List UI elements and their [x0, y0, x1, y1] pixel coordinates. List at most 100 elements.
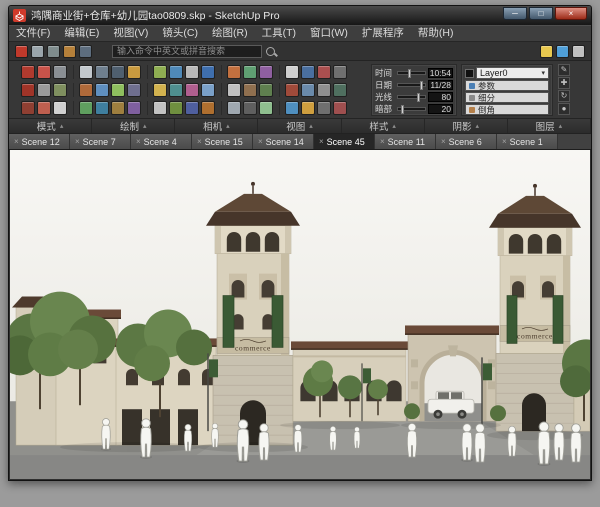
tool-icon[interactable] — [317, 101, 331, 115]
tool-icon[interactable] — [201, 65, 215, 79]
scene-tab[interactable]: ×Scene 7 — [70, 134, 131, 149]
tool-icon[interactable] — [259, 65, 273, 79]
tool-icon[interactable] — [285, 65, 299, 79]
menu-item[interactable]: 编辑(E) — [57, 26, 106, 41]
scene-tab[interactable]: ×Scene 6 — [436, 134, 497, 149]
tool-icon[interactable] — [15, 45, 28, 58]
search-icon[interactable] — [266, 47, 275, 56]
toolbar-group-tab[interactable]: 阴影▴ — [425, 119, 508, 133]
scene-tab[interactable]: ×Scene 45 — [314, 134, 375, 149]
tool-icon[interactable] — [333, 65, 347, 79]
toolbar-group-tab[interactable]: 图层▴ — [508, 119, 591, 133]
layer-color-swatch[interactable] — [465, 69, 474, 78]
close-scene-icon[interactable]: × — [319, 137, 324, 146]
tool-icon[interactable] — [185, 101, 199, 115]
viewport-canvas[interactable]: commerce — [10, 150, 590, 479]
tool-icon[interactable] — [243, 83, 257, 97]
layer-list-item[interactable]: 倒角 — [465, 104, 549, 115]
tool-icon[interactable] — [37, 65, 51, 79]
tool-icon[interactable] — [243, 101, 257, 115]
menu-item[interactable]: 工具(T) — [255, 26, 303, 41]
options-icon[interactable]: ● — [558, 103, 570, 115]
tool-icon[interactable] — [111, 101, 125, 115]
tool-icon[interactable] — [227, 83, 241, 97]
close-scene-icon[interactable]: × — [258, 137, 263, 146]
refresh-icon[interactable]: ↻ — [558, 90, 570, 102]
tool-icon[interactable] — [301, 65, 315, 79]
toolbar-group-tab[interactable]: 相机▴ — [175, 119, 258, 133]
tool-icon[interactable] — [333, 101, 347, 115]
tool-icon[interactable] — [169, 83, 183, 97]
toolbar-group-tab[interactable]: 模式▴ — [9, 119, 92, 133]
tool-icon[interactable] — [95, 83, 109, 97]
menu-item[interactable]: 帮助(H) — [411, 26, 461, 41]
tool-icon[interactable] — [95, 101, 109, 115]
maximize-button[interactable]: □ — [529, 7, 553, 20]
menu-item[interactable]: 文件(F) — [9, 26, 57, 41]
scene-tab[interactable]: ×Scene 1 — [497, 134, 558, 149]
tool-icon[interactable] — [153, 101, 167, 115]
title-bar[interactable]: 鸿隅商业街+仓库+幼儿园tao0809.skp - SketchUp Pro ─… — [9, 6, 591, 25]
menu-item[interactable]: 镜头(C) — [155, 26, 205, 41]
tool-icon[interactable] — [47, 45, 60, 58]
scene-tab[interactable]: ×Scene 14 — [253, 134, 314, 149]
close-scene-icon[interactable]: × — [75, 137, 80, 146]
tool-icon[interactable] — [317, 83, 331, 97]
slider-handle[interactable] — [420, 81, 423, 90]
tool-icon[interactable] — [79, 45, 92, 58]
command-search-input[interactable] — [112, 45, 262, 58]
scene-tab[interactable]: ×Scene 4 — [131, 134, 192, 149]
tool-icon[interactable] — [259, 101, 273, 115]
tool-icon[interactable] — [127, 101, 141, 115]
tool-icon[interactable] — [201, 83, 215, 97]
tool-icon[interactable] — [127, 65, 141, 79]
close-scene-icon[interactable]: × — [380, 137, 385, 146]
layer-list-item[interactable]: 细分 — [465, 92, 549, 103]
tool-icon[interactable] — [540, 45, 553, 58]
tool-icon[interactable] — [556, 45, 569, 58]
tool-icon[interactable] — [259, 83, 273, 97]
tool-icon[interactable] — [301, 83, 315, 97]
layer-dropdown[interactable]: Layer0 ▾ — [476, 67, 549, 79]
layer-list-item[interactable]: 参数 — [465, 80, 549, 91]
tool-icon[interactable] — [79, 101, 93, 115]
close-button[interactable]: × — [555, 7, 587, 20]
edit-icon[interactable]: ✎ — [558, 64, 570, 76]
tool-icon[interactable] — [285, 83, 299, 97]
tool-icon[interactable] — [169, 101, 183, 115]
close-scene-icon[interactable]: × — [14, 137, 19, 146]
scene-tab[interactable]: ×Scene 12 — [9, 134, 70, 149]
add-icon[interactable]: ✚ — [558, 77, 570, 89]
tool-icon[interactable] — [53, 65, 67, 79]
tool-icon[interactable] — [333, 83, 347, 97]
shadow-slider[interactable] — [397, 107, 426, 111]
slider-handle[interactable] — [417, 93, 420, 102]
close-scene-icon[interactable]: × — [502, 137, 507, 146]
tool-icon[interactable] — [572, 45, 585, 58]
tool-icon[interactable] — [53, 83, 67, 97]
close-scene-icon[interactable]: × — [441, 137, 446, 146]
tool-icon[interactable] — [227, 101, 241, 115]
shadow-slider[interactable] — [397, 95, 426, 99]
tool-icon[interactable] — [31, 45, 44, 58]
menu-item[interactable]: 窗口(W) — [303, 26, 355, 41]
toolbar-group-tab[interactable]: 视图▴ — [258, 119, 341, 133]
minimize-button[interactable]: ─ — [503, 7, 527, 20]
tool-icon[interactable] — [21, 65, 35, 79]
tool-icon[interactable] — [79, 83, 93, 97]
tool-icon[interactable] — [227, 65, 241, 79]
tool-icon[interactable] — [127, 83, 141, 97]
tool-icon[interactable] — [317, 65, 331, 79]
tool-icon[interactable] — [63, 45, 76, 58]
menu-item[interactable]: 视图(V) — [106, 26, 155, 41]
tool-icon[interactable] — [79, 65, 93, 79]
slider-handle[interactable] — [401, 105, 404, 114]
tool-icon[interactable] — [185, 65, 199, 79]
tool-icon[interactable] — [153, 65, 167, 79]
tool-icon[interactable] — [21, 101, 35, 115]
tool-icon[interactable] — [169, 65, 183, 79]
tool-icon[interactable] — [285, 101, 299, 115]
toolbar-group-tab[interactable]: 绘制▴ — [92, 119, 175, 133]
tool-icon[interactable] — [111, 83, 125, 97]
tool-icon[interactable] — [53, 101, 67, 115]
